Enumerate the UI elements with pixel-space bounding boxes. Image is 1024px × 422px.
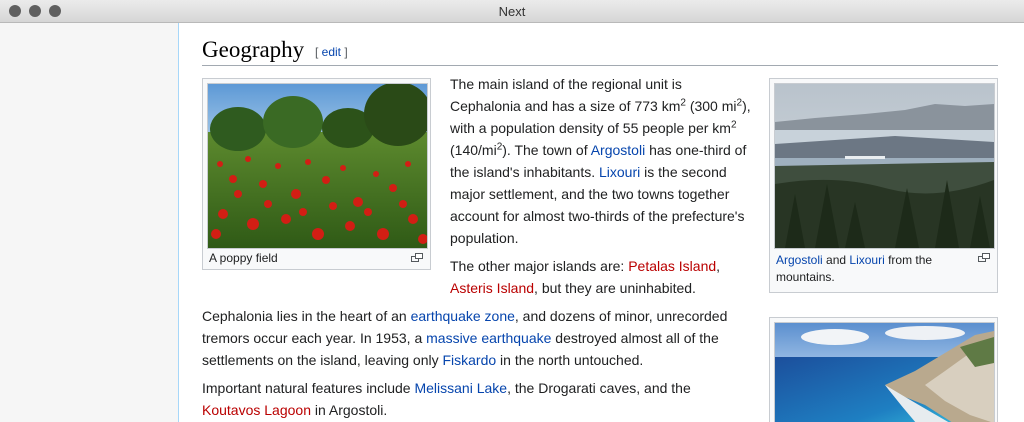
petalas-island-link[interactable]: Petalas Island xyxy=(628,258,716,274)
window-title: Next xyxy=(498,4,526,19)
paragraph-population: The main island of the regional unit is … xyxy=(450,76,751,246)
poppy-field-image[interactable] xyxy=(207,83,428,249)
coastline-image[interactable] xyxy=(774,322,995,422)
massive-earthquake-link[interactable]: massive earthquake xyxy=(426,330,551,346)
enlarge-icon[interactable] xyxy=(411,253,423,262)
earthquake-zone-link[interactable]: earthquake zone xyxy=(411,308,515,324)
poppy-figure: A poppy field xyxy=(202,78,431,270)
argostoli-figure: Argostoli and Lixouri from the mountains… xyxy=(769,78,998,293)
title-bar: Next xyxy=(0,0,1024,23)
poppy-caption: A poppy field xyxy=(209,251,278,265)
paragraph-earthquakes: Cephalonia lies in the heart of an earth… xyxy=(202,308,728,368)
sidebar xyxy=(0,23,179,422)
argostoli-lixouri-image[interactable] xyxy=(774,83,995,249)
section-heading-row: Geography [ edit ] xyxy=(202,35,998,66)
article-content: Geography [ edit ] A poppy field The mai… xyxy=(202,23,1000,422)
fiskardo-link[interactable]: Fiskardo xyxy=(442,352,496,368)
lixouri-link[interactable]: Lixouri xyxy=(599,164,640,180)
caption-lixouri-link[interactable]: Lixouri xyxy=(849,253,884,267)
browser-window: Next Geography [ edit ] A poppy field Th… xyxy=(0,0,1024,422)
melissani-lake-link[interactable]: Melissani Lake xyxy=(414,380,507,396)
coast-figure xyxy=(769,317,998,422)
paragraph-other-islands: The other major islands are: Petalas Isl… xyxy=(450,258,721,296)
enlarge-icon[interactable] xyxy=(978,253,990,262)
asteris-island-link[interactable]: Asteris Island xyxy=(450,280,534,296)
caption-argostoli-link[interactable]: Argostoli xyxy=(776,253,823,267)
edit-section-link[interactable]: edit xyxy=(322,45,341,59)
koutavos-lagoon-link[interactable]: Koutavos Lagoon xyxy=(202,402,311,418)
paragraph-natural-features: Important natural features include Melis… xyxy=(202,380,691,418)
argostoli-link[interactable]: Argostoli xyxy=(591,142,645,158)
section-heading: Geography xyxy=(202,37,305,62)
argostoli-caption: Argostoli and Lixouri from the mountains… xyxy=(776,253,933,284)
edit-section: [ edit ] xyxy=(315,45,348,59)
